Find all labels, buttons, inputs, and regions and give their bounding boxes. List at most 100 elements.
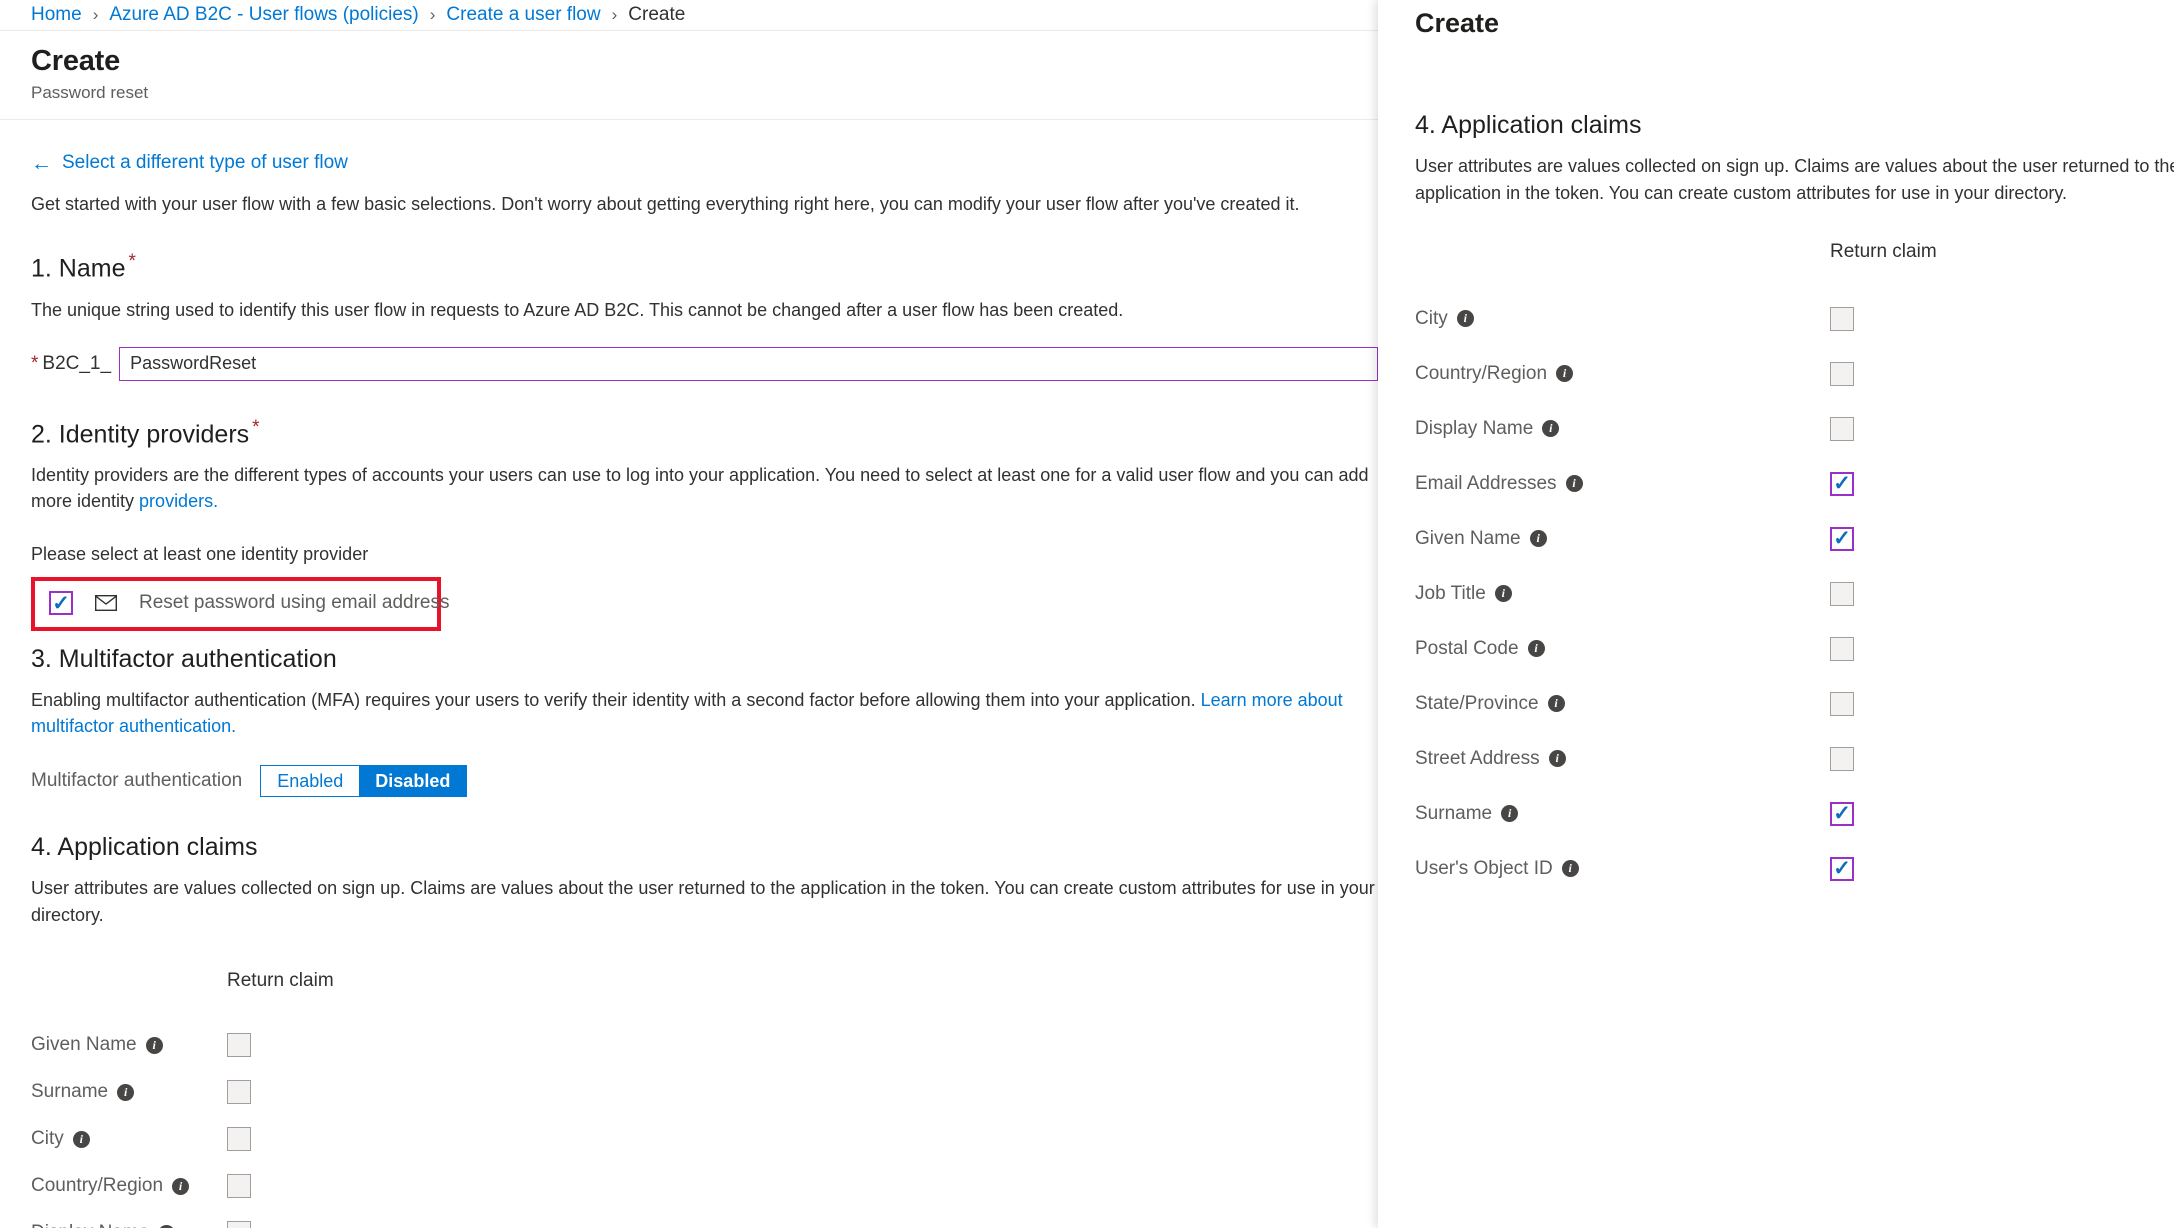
info-icon[interactable]: i [172, 1178, 189, 1195]
claim-label: Street Address i [1415, 748, 1830, 770]
envelope-icon [95, 595, 117, 611]
claim-label-text: Given Name [1415, 528, 1521, 550]
section-claims-description: User attributes are values collected on … [31, 875, 1378, 927]
idp-prompt: Please select at least one identity prov… [31, 544, 1378, 565]
reset-password-email-checkbox[interactable]: ✓ [49, 591, 73, 615]
info-icon[interactable]: i [1566, 475, 1583, 492]
claim-label-text: Surname [1415, 803, 1492, 825]
info-icon[interactable]: i [73, 1131, 90, 1148]
checkmark-icon: ✓ [1833, 528, 1851, 549]
info-icon[interactable]: i [1548, 695, 1565, 712]
claim-checkbox[interactable] [227, 1080, 251, 1104]
claim-checkbox[interactable] [227, 1127, 251, 1151]
mfa-option-disabled[interactable]: Disabled [359, 766, 466, 796]
claim-row: Display Name i [31, 1210, 1378, 1228]
claim-label: Country/Regioni [1415, 363, 1830, 385]
claim-label: User's Object ID i [1415, 858, 1830, 880]
mfa-option-enabled[interactable]: Enabled [261, 766, 359, 796]
info-icon[interactable]: i [1495, 585, 1512, 602]
info-icon[interactable]: i [146, 1037, 163, 1054]
info-icon[interactable]: i [117, 1084, 134, 1101]
claim-checkbox[interactable] [1830, 747, 1854, 771]
checkmark-icon: ✓ [52, 593, 70, 614]
claim-row: Given Namei [31, 1022, 1378, 1069]
claim-checkbox[interactable] [1830, 692, 1854, 716]
intro-text: Get started with your user flow with a f… [31, 194, 1378, 215]
claim-checkbox[interactable] [1830, 417, 1854, 441]
identity-providers-link[interactable]: providers. [139, 491, 218, 511]
claim-checkbox[interactable] [1830, 362, 1854, 386]
claim-label-text: Surname [31, 1081, 108, 1103]
breadcrumb-separator: › [612, 5, 618, 25]
claim-row: User's Object ID i ✓ [1415, 841, 2174, 896]
claim-row: Cityi [1415, 291, 2174, 346]
claim-label-text: Street Address [1415, 748, 1540, 770]
claims-column-header: Return claim [227, 970, 1378, 992]
context-pane-claims-list: CityiCountry/RegioniDisplay NameiEmail A… [1415, 291, 2174, 896]
breadcrumb-item-2[interactable]: Azure AD B2C - User flows (policies) [109, 4, 418, 26]
mfa-segmented-control[interactable]: EnabledDisabled [260, 765, 467, 797]
claim-checkbox[interactable] [227, 1221, 251, 1228]
info-icon[interactable]: i [1549, 750, 1566, 767]
claim-checkbox[interactable] [227, 1174, 251, 1198]
breadcrumb-item-1[interactable]: Home [31, 4, 82, 26]
info-icon[interactable]: i [158, 1225, 175, 1228]
context-pane-section-heading: 4. Application claims [1415, 111, 2174, 140]
claim-label-text: Job Title [1415, 583, 1486, 605]
claim-label: Cityi [1415, 308, 1830, 330]
info-icon[interactable]: i [1562, 860, 1579, 877]
user-flow-name-row: *B2C_1_ [31, 347, 1378, 381]
breadcrumb-item-3[interactable]: Create a user flow [446, 4, 600, 26]
user-flow-name-input[interactable] [119, 347, 1378, 381]
info-icon[interactable]: i [1457, 310, 1474, 327]
breadcrumb-item-4: Create [628, 4, 685, 26]
breadcrumb-separator: › [93, 5, 99, 25]
context-pane-title: Create [1415, 8, 2174, 39]
section-mfa-description: Enabling multifactor authentication (MFA… [31, 687, 1378, 739]
claim-row: Cityi [31, 1116, 1378, 1163]
claim-label: Display Name i [1415, 418, 1830, 440]
page-subtitle: Password reset [31, 83, 1378, 103]
claim-label-text: User's Object ID [1415, 858, 1553, 880]
context-pane-description: User attributes are values collected on … [1415, 153, 2174, 207]
claim-checkbox[interactable] [227, 1033, 251, 1057]
section-name-description: The unique string used to identify this … [31, 297, 1378, 323]
identity-provider-option-row[interactable]: ✓ Reset password using email address [49, 591, 425, 615]
claim-label: State/Provincei [1415, 693, 1830, 715]
claim-label-text: Display Name [1415, 418, 1533, 440]
claim-label-text: City [31, 1128, 64, 1150]
claims-list: Given NameiSurnameiCityiCountry/RegioniD… [31, 1022, 1378, 1228]
claim-row: Display Name i [1415, 401, 2174, 456]
claim-checkbox[interactable] [1830, 637, 1854, 661]
info-icon[interactable]: i [1530, 530, 1547, 547]
claim-label-text: Display Name [31, 1222, 149, 1228]
info-icon[interactable]: i [1501, 805, 1518, 822]
claim-row: Country/Regioni [1415, 346, 2174, 401]
claim-label: Country/Region i [31, 1175, 227, 1197]
claim-checkbox[interactable]: ✓ [1830, 802, 1854, 826]
blade-body: ← Select a different type of user flow G… [0, 152, 1378, 1228]
claim-label: Display Name i [31, 1222, 227, 1228]
required-marker: * [31, 353, 38, 374]
claim-label: Email Addressesi [1415, 473, 1830, 495]
claim-row: Surname i [31, 1069, 1378, 1116]
checkmark-icon: ✓ [1833, 858, 1851, 879]
create-user-flow-blade: Home › Azure AD B2C - User flows (policies… [0, 0, 1378, 1228]
claim-label-text: Postal Code [1415, 638, 1519, 660]
info-icon[interactable]: i [1542, 420, 1559, 437]
claim-label-text: Country/Region [31, 1175, 163, 1197]
claim-checkbox[interactable] [1830, 307, 1854, 331]
claim-row: Job Title i [1415, 566, 2174, 621]
required-marker: * [128, 251, 135, 272]
identity-provider-highlight-box: ✓ Reset password using email address [31, 577, 441, 631]
info-icon[interactable]: i [1556, 365, 1573, 382]
claim-checkbox[interactable] [1830, 582, 1854, 606]
claim-checkbox[interactable]: ✓ [1830, 857, 1854, 881]
checkmark-icon: ✓ [1833, 473, 1851, 494]
blade-header: Create Password reset [0, 31, 1378, 120]
mfa-toggle-row: Multifactor authentication EnabledDisabl… [31, 765, 1378, 797]
claim-checkbox[interactable]: ✓ [1830, 472, 1854, 496]
select-different-user-flow-link[interactable]: ← Select a different type of user flow [31, 152, 1378, 174]
info-icon[interactable]: i [1528, 640, 1545, 657]
claim-checkbox[interactable]: ✓ [1830, 527, 1854, 551]
